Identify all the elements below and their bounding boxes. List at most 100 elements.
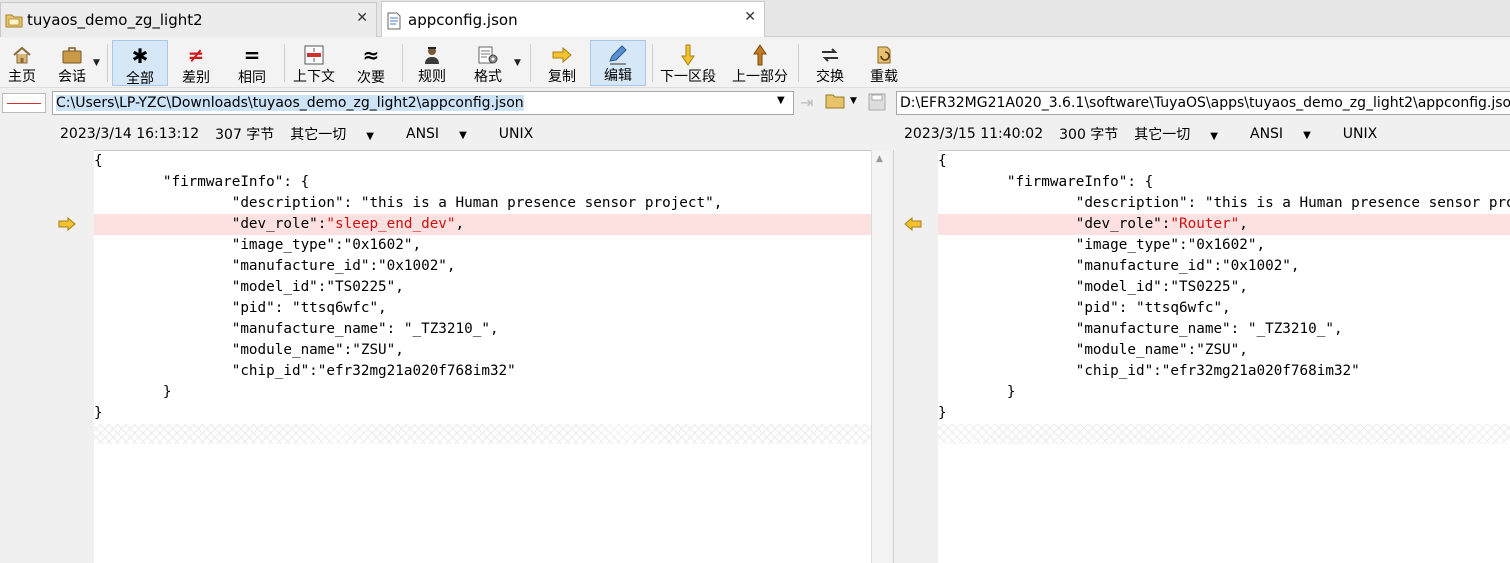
show-differences-button[interactable]: ≠ 差别 — [172, 40, 220, 86]
tab-folder-compare[interactable]: tuyaos_demo_zg_light2 ✕ — [0, 2, 377, 37]
right-file-info: 2023/3/15 11:40:02 300 字节 其它一切 ▼ ANSI ▼ UN… — [904, 121, 1393, 147]
session-dropdown-icon[interactable]: ▼ — [93, 58, 100, 68]
code-line: "image_type":"0x1602", — [94, 237, 422, 253]
prev-section-icon — [752, 43, 768, 66]
nav-arrow-icon[interactable]: ⇥ — [800, 93, 813, 112]
toolbar-separator — [284, 44, 285, 82]
right-gutter — [893, 150, 938, 563]
swap-button[interactable]: 交换 — [808, 40, 852, 86]
close-icon[interactable]: ✕ — [356, 10, 368, 26]
close-icon[interactable]: ✕ — [744, 9, 756, 25]
left-path-text: C:\Users\LP-YZC\Downloads\tuyaos_demo_zg… — [56, 95, 524, 111]
left-file-date: 2023/3/14 16:13:12 — [60, 126, 200, 142]
code-line: "module_name":"ZSU", — [94, 342, 404, 358]
code-line: { — [938, 153, 947, 169]
toolbar-separator — [798, 44, 799, 82]
tab-label: appconfig.json — [408, 10, 518, 29]
empty-region — [94, 424, 871, 444]
approx-icon: ≈ — [362, 43, 380, 67]
diff-overview-thumb[interactable] — [2, 93, 46, 113]
format-dropdown-icon[interactable]: ▼ — [514, 58, 521, 68]
copy-left-arrow-icon[interactable] — [904, 216, 922, 232]
text-compare-icon — [386, 12, 402, 29]
open-dropdown-icon[interactable]: ▼ — [850, 96, 857, 106]
code-line-diff: "dev_role":"Router", — [938, 214, 1510, 235]
right-option-select[interactable]: 其它一切 ▼ — [1134, 124, 1234, 144]
code-line-diff: "dev_role":"sleep_end_dev", — [94, 214, 871, 235]
empty-region — [938, 424, 1510, 444]
show-same-button[interactable]: = 相同 — [228, 40, 276, 86]
code-line: } — [938, 384, 1016, 400]
folder-compare-icon — [5, 12, 23, 28]
compare-window: tuyaos_demo_zg_light2 ✕ appconfig.json ✕… — [0, 0, 1510, 563]
copy-right-arrow-icon[interactable] — [58, 216, 76, 232]
code-line: "chip_id":"efr32mg21a020f768im32" — [94, 363, 516, 379]
code-line: "manufacture_name": "_TZ3210_", — [94, 321, 499, 337]
rules-button[interactable]: 规则 — [410, 40, 454, 86]
rules-person-icon — [422, 43, 442, 66]
open-folder-icon[interactable] — [825, 92, 847, 114]
code-line: "firmwareInfo": { — [94, 174, 310, 190]
scroll-up-icon[interactable]: ▲ — [876, 154, 883, 164]
tab-file-compare[interactable]: appconfig.json ✕ — [381, 1, 765, 37]
copy-arrow-icon — [551, 43, 573, 66]
left-file-size: 307 字节 — [215, 127, 275, 143]
right-encoding-select[interactable]: ANSI ▼ — [1250, 126, 1327, 142]
code-line: } — [938, 405, 947, 421]
prev-section-button[interactable]: 上一部分 — [728, 40, 792, 86]
context-icon — [303, 43, 325, 66]
next-section-icon — [680, 43, 696, 66]
next-section-button[interactable]: 下一区段 — [656, 40, 720, 86]
left-gutter — [52, 150, 94, 563]
right-text-pane[interactable]: { "firmwareInfo": { "description": "this… — [938, 150, 1510, 563]
briefcase-icon — [61, 43, 83, 66]
toolbar-separator — [107, 44, 108, 82]
code-line: "chip_id":"efr32mg21a020f768im32" — [938, 363, 1360, 379]
right-file-size: 300 字节 — [1059, 127, 1119, 143]
right-line-ending[interactable]: UNIX — [1343, 126, 1377, 142]
format-gear-icon — [477, 43, 499, 66]
reload-button[interactable]: 重载 — [862, 40, 906, 86]
left-file-info: 2023/3/14 16:13:12 307 字节 其它一切 ▼ ANSI ▼ UN… — [60, 121, 549, 147]
code-line: "manufacture_id":"0x1002", — [938, 258, 1300, 274]
save-icon[interactable] — [868, 93, 886, 115]
toolbar-separator — [530, 44, 531, 82]
right-path-text: D:\EFR32MG21A020_3.6.1\software\TuyaOS\a… — [900, 95, 1510, 111]
code-line: "description": "this is a Human presence… — [938, 195, 1510, 211]
copy-button[interactable]: 复制 — [540, 40, 584, 86]
left-encoding-select[interactable]: ANSI ▼ — [406, 126, 483, 142]
session-button[interactable]: 会话 — [52, 40, 92, 86]
not-equal-icon: ≠ — [187, 43, 205, 67]
left-path-dropdown-icon[interactable]: ▼ — [777, 95, 785, 106]
code-line: "manufacture_id":"0x1002", — [94, 258, 456, 274]
code-line: "description": "this is a Human presence… — [94, 195, 723, 211]
left-path-input[interactable]: C:\Users\LP-YZC\Downloads\tuyaos_demo_zg… — [52, 91, 794, 115]
code-line: "model_id":"TS0225", — [94, 279, 404, 295]
format-button[interactable]: 格式 — [466, 40, 510, 86]
home-icon — [12, 43, 32, 66]
home-button[interactable]: 主页 — [2, 40, 42, 86]
code-line: "image_type":"0x1602", — [938, 237, 1266, 253]
edit-button[interactable]: 编辑 — [590, 40, 646, 86]
left-scrollbar[interactable]: ▲ — [871, 150, 889, 563]
left-line-ending[interactable]: UNIX — [499, 126, 533, 142]
code-line: } — [94, 384, 172, 400]
context-button[interactable]: 上下文 — [288, 40, 340, 86]
code-line: { — [94, 153, 103, 169]
show-all-button[interactable]: ✱ 全部 — [112, 40, 168, 87]
code-line: "firmwareInfo": { — [938, 174, 1154, 190]
reload-icon — [873, 43, 895, 66]
minor-button[interactable]: ≈ 次要 — [348, 40, 394, 86]
toolbar-separator — [652, 44, 653, 82]
toolbar-separator — [402, 44, 403, 82]
tab-label: tuyaos_demo_zg_light2 — [27, 11, 203, 29]
left-option-select[interactable]: 其它一切 ▼ — [290, 124, 390, 144]
code-line: "manufacture_name": "_TZ3210_", — [938, 321, 1343, 337]
right-path-input[interactable]: D:\EFR32MG21A020_3.6.1\software\TuyaOS\a… — [896, 91, 1510, 115]
left-text-pane[interactable]: { "firmwareInfo": { "description": "this… — [94, 150, 871, 563]
swap-icon — [819, 43, 841, 66]
asterisk-icon: ✱ — [131, 44, 149, 68]
diff-value: "sleep_end_dev" — [326, 216, 456, 232]
diff-value: "Router" — [1170, 216, 1240, 232]
tab-bar: tuyaos_demo_zg_light2 ✕ appconfig.json ✕ — [0, 0, 1510, 37]
